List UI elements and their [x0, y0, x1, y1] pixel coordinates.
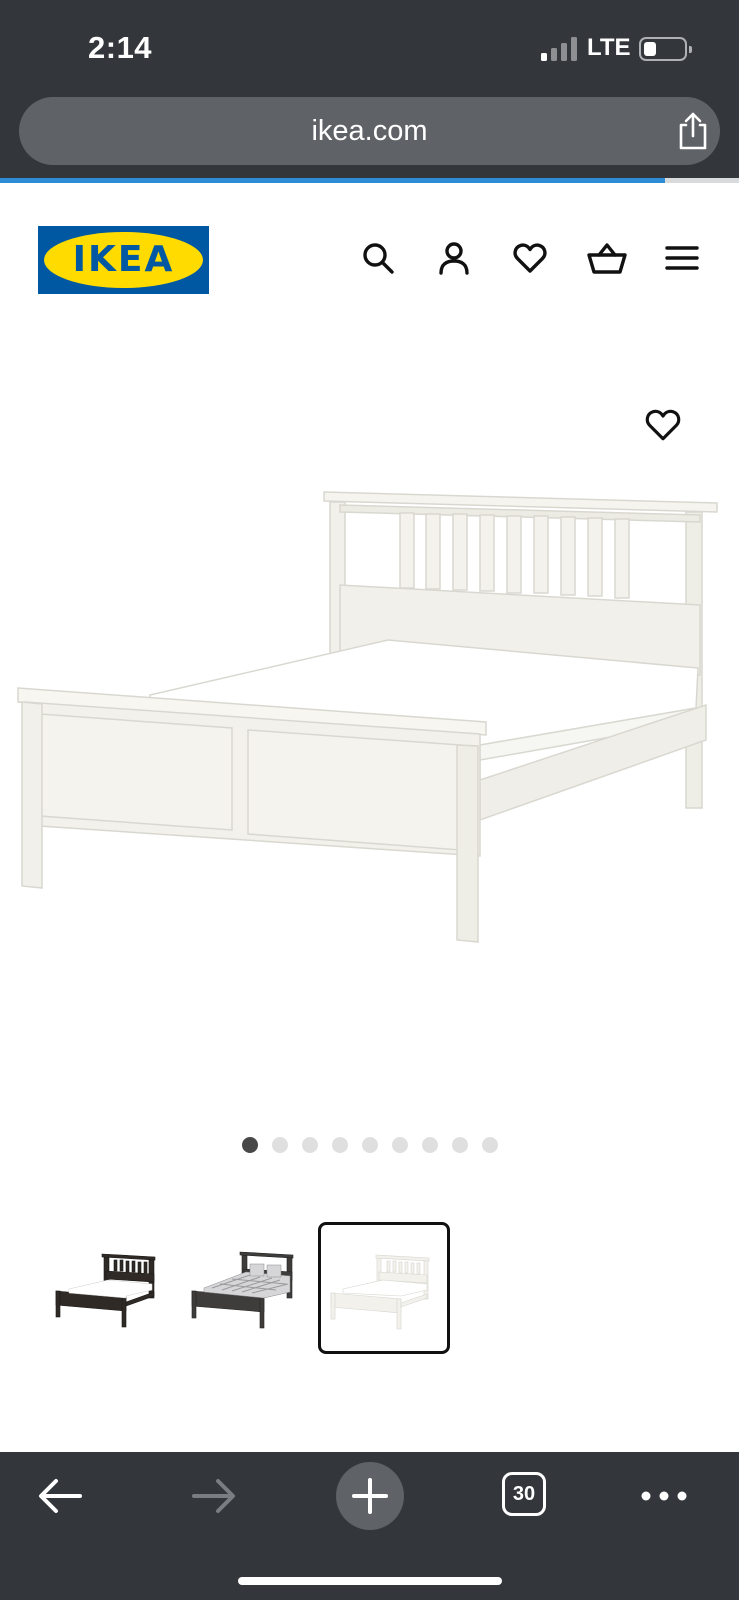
product-image[interactable] — [10, 490, 730, 970]
status-time: 2:14 — [88, 30, 153, 65]
page-load-progress — [0, 178, 739, 183]
gallery-pagination — [0, 1137, 739, 1155]
add-to-wishlist-heart-icon[interactable] — [644, 406, 682, 444]
gallery-dot[interactable] — [421, 1137, 438, 1153]
gallery-dot[interactable] — [331, 1137, 348, 1153]
battery-icon — [639, 37, 692, 61]
page: 2:14 LTE ikea.com IKEA 30 — [0, 0, 739, 1600]
account-icon[interactable] — [436, 240, 472, 276]
share-icon[interactable] — [673, 110, 713, 152]
page-load-progress-fill — [0, 178, 666, 183]
bed-thumbnail-image — [191, 1251, 294, 1329]
url-text[interactable]: ikea.com — [19, 97, 720, 165]
signal-icon — [541, 37, 577, 61]
heart-icon[interactable] — [512, 240, 548, 276]
status-bar: 2:14 LTE — [0, 0, 739, 95]
variant-thumbnail-dark-grey[interactable] — [180, 1222, 312, 1354]
bed-thumbnail-image — [330, 1254, 430, 1330]
carrier-label: LTE — [587, 34, 631, 61]
home-indicator — [238, 1577, 502, 1585]
forward-arrow-icon[interactable] — [184, 1466, 244, 1526]
more-options-icon[interactable] — [634, 1466, 694, 1526]
browser-toolbar: ikea.com — [0, 95, 739, 178]
gallery-dot[interactable] — [301, 1137, 318, 1153]
basket-icon[interactable] — [587, 240, 627, 276]
new-tab-button[interactable] — [336, 1462, 404, 1530]
gallery-dot[interactable] — [241, 1137, 258, 1153]
logo-text: IKEA — [72, 239, 175, 280]
gallery-dot[interactable] — [271, 1137, 288, 1153]
variant-thumbnail-white[interactable] — [318, 1222, 450, 1354]
gallery-dot[interactable] — [451, 1137, 468, 1153]
search-icon[interactable] — [360, 240, 396, 276]
gallery-dot[interactable] — [481, 1137, 498, 1153]
tab-switcher-button[interactable]: 30 — [502, 1472, 546, 1516]
ikea-logo[interactable]: IKEA — [38, 226, 209, 294]
address-bar[interactable]: ikea.com — [19, 97, 720, 165]
variant-thumbnail-black-brown[interactable] — [44, 1222, 176, 1354]
bed-thumbnail-image — [55, 1253, 156, 1328]
plus-icon — [352, 1478, 388, 1514]
gallery-dot[interactable] — [391, 1137, 408, 1153]
menu-icon[interactable] — [664, 240, 700, 276]
gallery-dot[interactable] — [361, 1137, 378, 1153]
back-arrow-icon[interactable] — [30, 1466, 90, 1526]
